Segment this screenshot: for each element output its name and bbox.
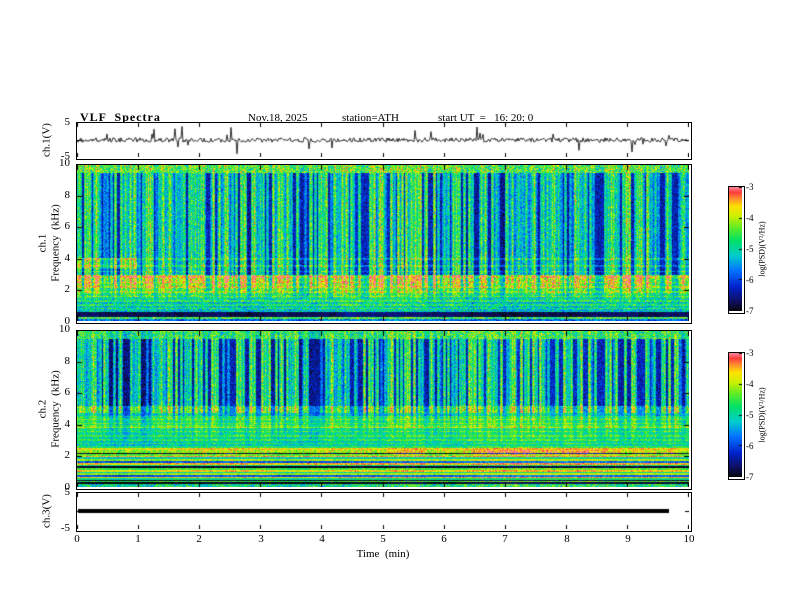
x-tick-label: 5 (380, 533, 386, 545)
colorbar-tick-label: -6 (746, 441, 754, 451)
spec2-y-tick-label: 0 (64, 481, 71, 493)
x-tick-label: 2 (196, 533, 202, 545)
ch3-waveform-plot (77, 493, 689, 529)
ch3-y-min-label: -5 (60, 522, 70, 534)
spec1-y-tick-label: 4 (64, 252, 71, 264)
x-tick-label: 0 (74, 533, 80, 545)
spec2-y-tick-label: 6 (64, 386, 71, 398)
colorbar-tick-label: -3 (746, 182, 754, 192)
ch1-colorbar (728, 186, 745, 314)
ch2-spectrogram (77, 331, 689, 487)
ch1-waveform-panel (76, 122, 692, 160)
x-tick-label: 4 (319, 533, 325, 545)
colorbar-tick-label: -3 (746, 348, 754, 358)
spec1-y-tick-label: 6 (64, 220, 71, 232)
spec1-y-tick-label: 2 (64, 283, 71, 295)
ch1-label-line2: Frequency (kHz) (49, 204, 61, 282)
vlf-spectra-page: { "header": { "title": "VLF Spectra", "d… (0, 0, 792, 612)
spec1-y-tick-label: 8 (64, 189, 71, 201)
spec1-y-tick-label: 10 (59, 157, 70, 169)
spec2-y-tick-label: 2 (64, 449, 71, 461)
colorbar-tick-label: -7 (746, 472, 754, 482)
ch2-spectrogram-panel (76, 330, 692, 490)
colorbar-tick-label: -4 (746, 213, 754, 223)
colorbar-tick-label: -7 (746, 306, 754, 316)
x-tick-label: 7 (502, 533, 508, 545)
spec2-y-tick-label: 8 (64, 355, 71, 367)
ch2-colorbar (728, 352, 745, 480)
x-tick-label: 1 (135, 533, 141, 545)
ch2-frequency-axis-label: ch.2 Frequency (kHz) (36, 370, 61, 448)
ch1-colorbar-label: log(PSD)(V²/Hz) (757, 221, 767, 277)
x-tick-label: 10 (683, 533, 695, 545)
colorbar-tick-label: -6 (746, 275, 754, 285)
colorbar-tick-label: -4 (746, 379, 754, 389)
ch1-waveform-plot (77, 123, 689, 157)
x-tick-label: 3 (258, 533, 264, 545)
ch2-colorbar-gradient (729, 353, 742, 477)
ch1-spectrogram-panel (76, 164, 692, 324)
ch2-label-line1: ch.2 (36, 399, 49, 419)
ch2-colorbar-label: log(PSD)(V²/Hz) (757, 387, 767, 443)
spec2-y-tick-label: 10 (59, 323, 70, 335)
ch1-label-line1: ch.1 (36, 233, 49, 253)
ch2-label-line2: Frequency (kHz) (49, 370, 61, 448)
x-tick-label: 8 (564, 533, 570, 545)
ch3-waveform-panel (76, 492, 692, 532)
time-axis-label: Time (min) (356, 548, 410, 560)
x-tick-label: 6 (441, 533, 447, 545)
x-tick-label: 9 (625, 533, 631, 545)
ch1-spectrogram (77, 165, 689, 321)
colorbar-tick-label: -5 (746, 244, 754, 254)
ch1-frequency-axis-label: ch.1 Frequency (kHz) (36, 204, 61, 282)
spec2-y-tick-label: 4 (64, 418, 71, 430)
colorbar-tick-label: -5 (746, 410, 754, 420)
ch1-colorbar-gradient (729, 187, 742, 311)
ch1-y-max-label: 5 (64, 116, 71, 128)
